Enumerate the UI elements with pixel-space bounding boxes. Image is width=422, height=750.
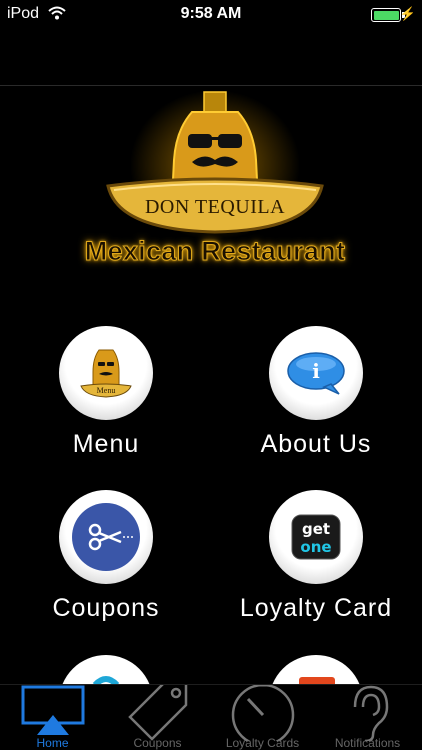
coupons-label: Coupons <box>52 594 160 622</box>
tab-loyalty-cards-label: Loyalty Cards <box>225 736 300 750</box>
header-divider <box>0 85 422 86</box>
tab-notifications-label: Notifications <box>334 736 401 750</box>
get-one-icon[interactable]: get one <box>269 490 363 584</box>
charging-icon: ⚡ <box>399 6 416 21</box>
tab-bar: Home Coupons Loyalty Cards Notifications <box>0 684 422 750</box>
menu-icon[interactable]: Menu <box>59 326 153 420</box>
menu-icon-text: Menu <box>97 386 116 395</box>
get-text: get <box>302 520 330 538</box>
about-us-label: About Us <box>260 430 372 458</box>
battery-icon <box>371 8 401 22</box>
gauge-icon <box>231 685 294 741</box>
logo-subtitle: Mexican Restaurant <box>84 236 346 267</box>
ear-icon <box>353 685 388 741</box>
status-time: 9:58 AM <box>180 5 242 22</box>
tab-home[interactable]: Home <box>0 685 105 750</box>
home-icon <box>21 685 84 735</box>
menu-tile[interactable]: Menu Menu <box>6 326 206 459</box>
about-us-tile[interactable]: i About Us <box>216 326 416 459</box>
tab-notifications[interactable]: Notifications <box>315 685 420 750</box>
one-text: one <box>300 538 331 556</box>
loyalty-card-label: Loyalty Card <box>239 594 393 622</box>
tab-loyalty-cards[interactable]: Loyalty Cards <box>210 685 315 750</box>
coupons-tile[interactable]: Coupons <box>6 490 206 623</box>
tab-home-label: Home <box>36 736 69 750</box>
restaurant-logo: DON TEQUILA Mexican Restaurant <box>80 90 350 275</box>
info-icon[interactable]: i <box>269 326 363 420</box>
loyalty-card-tile[interactable]: get one Loyalty Card <box>216 490 416 623</box>
menu-label: Menu <box>72 430 140 458</box>
svg-text:i: i <box>312 359 320 383</box>
tag-icon <box>127 685 187 741</box>
scissors-icon[interactable] <box>59 490 153 584</box>
tab-coupons[interactable]: Coupons <box>105 685 210 750</box>
tab-coupons-label: Coupons <box>133 736 182 750</box>
status-bar: iPod 9:58 AM ⚡ <box>0 0 422 30</box>
logo-title: DON TEQUILA <box>144 196 286 218</box>
